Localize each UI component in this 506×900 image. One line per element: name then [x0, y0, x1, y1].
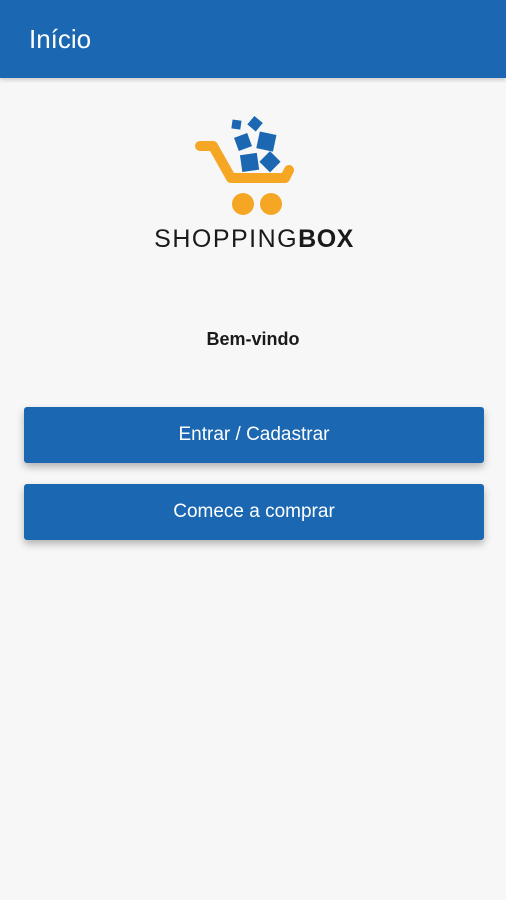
login-register-button[interactable]: Entrar / Cadastrar	[24, 407, 484, 463]
logo-text-box: BOX	[298, 225, 354, 253]
welcome-text: Bem-vindo	[206, 329, 300, 349]
page-title: Início	[29, 24, 92, 54]
start-shopping-button[interactable]: Comece a comprar	[24, 484, 484, 540]
logo-text-shopping: SHOPPING	[154, 225, 299, 253]
logo-wordmark: SHOPPINGBOX	[143, 224, 365, 254]
shoppingbox-logo: SHOPPINGBOX	[143, 112, 365, 257]
cart-logo-icon	[195, 115, 294, 215]
app-bar: Início	[0, 0, 506, 78]
